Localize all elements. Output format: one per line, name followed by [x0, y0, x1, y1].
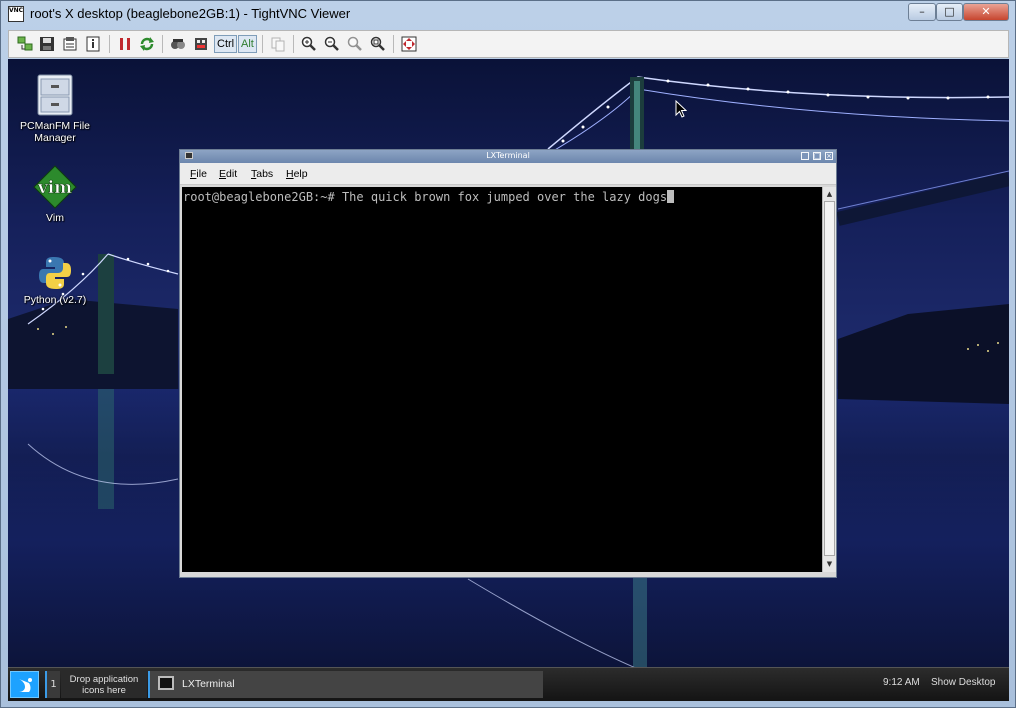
alt-key-toggle[interactable]: Alt [238, 35, 257, 53]
terminal-text: root@beaglebone2GB:~# The quick brown fo… [183, 190, 668, 204]
vnc-title-bar[interactable]: VNC root's X desktop (beaglebone2GB:1) -… [1, 1, 1015, 29]
transfer-icon[interactable] [170, 36, 186, 52]
python-icon [39, 257, 71, 289]
zoom-100-icon[interactable] [347, 36, 363, 52]
menu-label: elp [293, 168, 308, 180]
remote-desktop[interactable]: PCManFM File Manager vim Vim Python (v2.… [8, 59, 1009, 701]
toolbar-separator [162, 35, 163, 53]
refresh-icon[interactable] [139, 36, 155, 52]
vim-icon: vim [33, 165, 77, 209]
pause-icon[interactable] [117, 36, 133, 52]
desktop-icon-label: Vim [46, 212, 64, 224]
vnc-app-icon[interactable]: VNC [8, 6, 24, 22]
desktop-icon-label: PCManFM File Manager [19, 120, 90, 144]
taskbar: 1 Drop application icons here LXTerminal… [8, 667, 1009, 701]
menu-file[interactable]: File [190, 168, 207, 180]
info-icon[interactable] [85, 36, 101, 52]
menu-label: dit [226, 168, 238, 180]
desktop-icon-pcmanfm[interactable]: PCManFM File Manager [8, 73, 102, 144]
menu-label: ile [196, 168, 207, 180]
toolbar-separator [293, 35, 294, 53]
mouse-pointer-icon [675, 100, 687, 118]
lxterminal-bottom-border [180, 573, 836, 577]
svg-text:vim: vim [37, 178, 72, 198]
vnc-viewer-window: VNC root's X desktop (beaglebone2GB:1) -… [0, 0, 1016, 708]
monitor-icon [158, 676, 174, 690]
menu-mnemonic: H [286, 168, 294, 180]
terminal-scrollbar[interactable]: ▲ ▼ [822, 187, 836, 572]
vnc-toolbar: Ctrl Alt [8, 30, 1009, 58]
lxterminal-title-bar[interactable]: LXTerminal _ □ × [180, 150, 836, 163]
scroll-down-arrow-icon[interactable]: ▼ [824, 558, 835, 570]
toolbar-separator [393, 35, 394, 53]
menu-tabs[interactable]: Tabs [251, 168, 273, 180]
zoom-in-icon[interactable] [301, 36, 317, 52]
menu-help[interactable]: Help [286, 168, 308, 180]
options-icon[interactable] [62, 36, 78, 52]
lx-maximize-button[interactable]: □ [813, 152, 821, 160]
lx-minimize-button[interactable]: _ [801, 152, 809, 160]
save-icon[interactable] [39, 36, 55, 52]
menu-mnemonic: E [219, 168, 227, 180]
desktop-icon-vim[interactable]: vim Vim [8, 165, 102, 224]
toolbar-separator [109, 35, 110, 53]
window-title: root's X desktop (beaglebone2GB:1) - Tig… [30, 6, 351, 21]
lxterminal-window[interactable]: LXTerminal _ □ × File Edit Tabs Help roo… [179, 149, 837, 578]
zoom-fit-icon[interactable] [370, 36, 386, 52]
clock[interactable]: 9:12 AM [883, 677, 920, 688]
zoom-out-icon[interactable] [324, 36, 340, 52]
launch-bar[interactable]: Drop application icons here [61, 671, 147, 698]
menu-label: abs [256, 168, 274, 180]
terminal-screen[interactable]: root@beaglebone2GB:~# The quick brown fo… [182, 187, 822, 572]
lxterminal-title: LXTerminal [486, 151, 530, 160]
minimize-button[interactable]: – [908, 3, 936, 21]
terminal-cursor [667, 190, 675, 203]
lxterminal-menu-bar: File Edit Tabs Help [180, 163, 836, 185]
file-cabinet-icon [37, 74, 73, 116]
ctrl-key-toggle[interactable]: Ctrl [214, 35, 238, 53]
menu-edit[interactable]: Edit [219, 168, 237, 180]
lx-close-button[interactable]: × [825, 152, 833, 160]
fullscreen-icon[interactable] [401, 36, 417, 52]
launch-bar-hint-line2: icons here [82, 685, 126, 696]
desktop-icon-label: Python (v2.7) [23, 294, 87, 306]
maximize-button[interactable]: □ [936, 3, 963, 21]
terminal-line: root@beaglebone2GB:~# The quick brown fo… [183, 189, 675, 205]
toolbar-separator [262, 35, 263, 53]
taskbar-item-label: LXTerminal [182, 678, 235, 690]
copy-icon[interactable] [270, 36, 286, 52]
launch-bar-hint-line1: Drop application [69, 674, 139, 685]
new-connection-icon[interactable] [17, 36, 33, 52]
ctrl-alt-del-icon[interactable] [193, 36, 209, 52]
lxde-bird-icon [18, 678, 32, 692]
desktop-pager[interactable]: 1 [45, 671, 60, 698]
desktop-icon-python[interactable]: Python (v2.7) [8, 255, 102, 306]
show-desktop-button[interactable]: Show Desktop [931, 677, 995, 688]
start-menu-button[interactable] [10, 671, 39, 698]
close-button[interactable]: ✕ [963, 3, 1009, 21]
scrollbar-thumb[interactable] [824, 201, 835, 556]
taskbar-item-lxterminal[interactable]: LXTerminal [148, 671, 543, 698]
scroll-up-arrow-icon[interactable]: ▲ [824, 188, 835, 200]
